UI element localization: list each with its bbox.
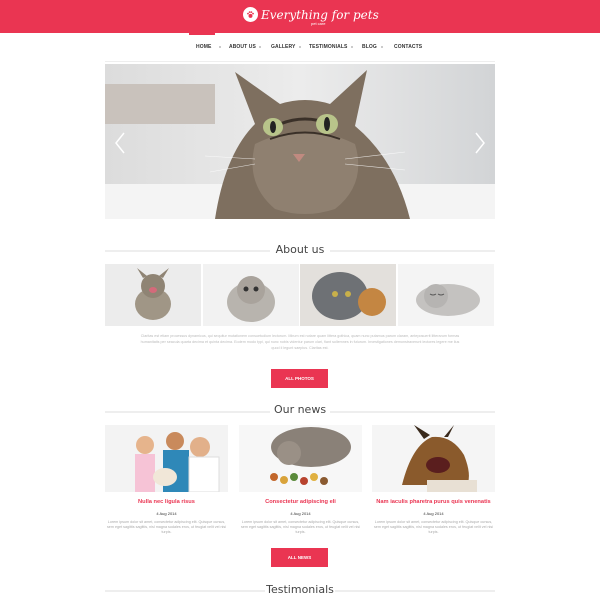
tabby-cat-photo <box>105 64 495 219</box>
section-divider <box>330 250 495 252</box>
news-item-title[interactable]: Nulla nec ligula risus <box>105 498 228 506</box>
section-divider <box>335 590 495 592</box>
nav-separator <box>299 46 301 48</box>
fluffy-kitten-photo[interactable] <box>203 264 299 326</box>
hero-slider[interactable] <box>105 64 495 219</box>
news-item-date: 4 Aug 2014 <box>290 511 311 516</box>
family-with-puppy-photo[interactable] <box>105 425 228 492</box>
news-section-title: Our news <box>273 403 327 416</box>
section-divider <box>330 411 495 413</box>
barking-dog-photo[interactable] <box>372 425 495 492</box>
nav-testimonials[interactable]: TESTIMONIALS <box>309 44 347 50</box>
news-item-text: Lorem ipsum dolor sit amet, consectetur … <box>373 520 494 534</box>
about-description: Claritas est etiam processus dynamicus, … <box>140 334 460 350</box>
news-item-text: Lorem ipsum dolor sit amet, consectetur … <box>240 520 361 534</box>
chevron-right-icon[interactable] <box>474 132 486 154</box>
nav-about-us[interactable]: ABOUT US <box>229 44 256 50</box>
nav-blog[interactable]: BLOG <box>362 44 377 50</box>
nav-gallery[interactable]: GALLERY <box>271 44 295 50</box>
nav-separator <box>219 46 221 48</box>
news-item-title[interactable]: Consectetur adipiscing eli <box>239 498 362 506</box>
news-item-text: Lorem ipsum dolor sit amet, consectetur … <box>106 520 227 534</box>
cat-eating-food-photo[interactable] <box>239 425 362 492</box>
kitten-yawning-photo[interactable] <box>105 264 201 326</box>
paw-icon <box>243 7 258 22</box>
brand-title: Everything for pets <box>261 7 379 22</box>
gray-cat-with-ball-photo[interactable] <box>300 264 396 326</box>
testimonials-section-title: Testimonials <box>266 583 334 596</box>
site-logo[interactable]: Everything for pets <box>243 7 379 22</box>
nav-divider <box>105 61 495 62</box>
brand-subtitle: pet care <box>311 21 326 26</box>
news-item-date: 4 Aug 2014 <box>423 511 444 516</box>
about-section-title: About us <box>275 243 325 256</box>
nav-separator <box>351 46 353 48</box>
nav-contacts[interactable]: CONTACTS <box>394 44 422 50</box>
news-item-title[interactable]: Nam iaculis pharetra purus quis venenati… <box>372 498 495 506</box>
news-item-date: 4 Aug 2014 <box>156 511 177 516</box>
all-photos-button[interactable]: ALL PHOTOS <box>271 369 328 388</box>
sleeping-kitten-photo[interactable] <box>398 264 494 326</box>
nav-separator <box>259 46 261 48</box>
nav-separator <box>381 46 383 48</box>
chevron-left-icon[interactable] <box>114 132 126 154</box>
nav-active-indicator <box>189 33 215 35</box>
nav-home[interactable]: HOME <box>196 44 211 50</box>
all-news-button[interactable]: ALL NEWS <box>271 548 328 567</box>
